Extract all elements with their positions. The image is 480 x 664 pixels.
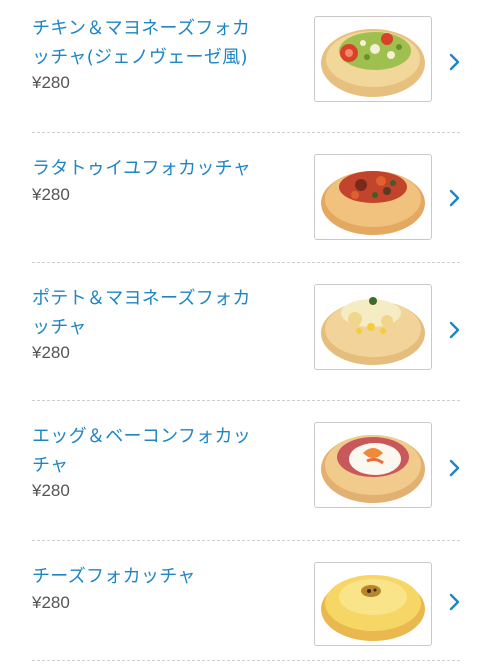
- product-thumbnail[interactable]: [314, 562, 432, 646]
- divider: [32, 262, 460, 263]
- product-name[interactable]: エッグ＆ベーコンフォカッ チャ: [32, 422, 292, 480]
- product-name[interactable]: ラタトゥイユフォカッチャ: [32, 154, 292, 183]
- product-thumbnail[interactable]: [314, 422, 432, 508]
- product-thumbnail[interactable]: [314, 284, 432, 370]
- product-price: ¥280: [32, 343, 70, 362]
- list-item[interactable]: ラタトゥイユフォカッチャ ¥280: [0, 140, 480, 264]
- product-price: ¥280: [32, 73, 70, 92]
- list-item[interactable]: チーズフォカッチャ ¥280: [0, 548, 480, 664]
- chevron-right-icon: [449, 321, 460, 339]
- product-name-line: チキン＆マヨネーズフォカ: [32, 18, 251, 39]
- chevron-right-icon: [449, 593, 460, 611]
- potato-mayo-focaccia-photo: [321, 297, 425, 365]
- divider: [32, 660, 460, 661]
- ratatouille-focaccia-photo: [321, 171, 425, 235]
- product-price: ¥280: [32, 593, 70, 612]
- product-name[interactable]: チキン＆マヨネーズフォカ ッチャ(ジェノヴェーゼ風): [32, 14, 292, 72]
- chicken-mayo-focaccia-photo: [321, 29, 425, 97]
- divider: [32, 540, 460, 541]
- cheese-focaccia-photo: [321, 575, 425, 641]
- list-item[interactable]: チキン＆マヨネーズフォカ ッチャ(ジェノヴェーゼ風) ¥280: [0, 0, 480, 132]
- chevron-right-icon: [449, 189, 460, 207]
- chevron-right-icon: [449, 459, 460, 477]
- product-name[interactable]: チーズフォカッチャ: [32, 562, 292, 591]
- product-name-line: チーズフォカッチャ: [32, 566, 196, 587]
- chevron-right-icon: [449, 53, 460, 71]
- product-thumbnail[interactable]: [314, 16, 432, 102]
- product-list: チキン＆マヨネーズフォカ ッチャ(ジェノヴェーゼ風) ¥280 ラタトゥイユフォ…: [0, 0, 480, 664]
- product-price: ¥280: [32, 481, 70, 500]
- divider: [32, 400, 460, 401]
- product-name-line: チャ: [32, 455, 69, 476]
- product-name-line: ラタトゥイユフォカッチャ: [32, 158, 252, 179]
- product-name-line: エッグ＆ベーコンフォカッ: [32, 426, 252, 447]
- product-name-line: ッチャ: [32, 317, 87, 338]
- product-name-line: ポテト＆マヨネーズフォカ: [32, 288, 251, 309]
- product-thumbnail[interactable]: [314, 154, 432, 240]
- product-name[interactable]: ポテト＆マヨネーズフォカ ッチャ: [32, 284, 292, 342]
- list-item[interactable]: エッグ＆ベーコンフォカッ チャ ¥280: [0, 408, 480, 540]
- product-name-line: ッチャ(ジェノヴェーゼ風): [32, 47, 248, 68]
- divider: [32, 132, 460, 133]
- product-price: ¥280: [32, 185, 70, 204]
- list-item[interactable]: ポテト＆マヨネーズフォカ ッチャ ¥280: [0, 270, 480, 402]
- egg-bacon-focaccia-photo: [321, 435, 425, 503]
